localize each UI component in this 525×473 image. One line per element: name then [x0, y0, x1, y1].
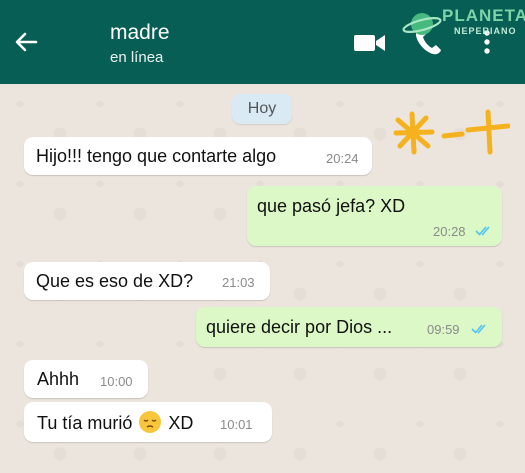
- message-text: que pasó jefa? XD: [257, 196, 406, 216]
- message-bubble[interactable]: Hijo!!! tengo que contarte algo 20:24: [24, 137, 372, 175]
- watermark-logo: PLANETA NEPERIANO: [402, 4, 525, 44]
- message-bubble[interactable]: Ahhh 10:00: [24, 360, 148, 398]
- contact-name[interactable]: madre: [110, 21, 170, 45]
- message-time: 09:59: [427, 322, 460, 337]
- message-time: 10:01: [220, 417, 253, 432]
- message-text: quiere decir por Dios ...: [206, 317, 393, 337]
- watermark-line2: NEPERIANO: [454, 26, 517, 36]
- message-bubble[interactable]: que pasó jefa? XD 20:28: [247, 186, 502, 246]
- read-receipt-icon: [475, 226, 490, 236]
- planet-icon: [402, 13, 442, 35]
- contact-status: en línea: [110, 49, 164, 66]
- message-text: Que es eso de XD?: [36, 271, 194, 291]
- message-time: 21:03: [222, 275, 255, 290]
- message-text: Ahhh: [37, 369, 80, 389]
- message-time: 20:24: [326, 151, 359, 166]
- message-text-after: XD: [168, 413, 194, 433]
- message-bubble[interactable]: Tu tía murió XD 10:01: [24, 402, 272, 442]
- message-text: Hijo!!! tengo que contarte algo: [36, 146, 277, 166]
- scribble-overlay: [393, 109, 510, 155]
- read-receipt-icon: [471, 324, 486, 334]
- watermark-line1: PLANETA: [442, 6, 525, 25]
- message-time: 10:00: [100, 374, 133, 389]
- message-bubble[interactable]: quiere decir por Dios ... 09:59: [196, 307, 502, 347]
- pensive-face-emoji-icon: [139, 411, 162, 433]
- message-time: 20:28: [433, 224, 466, 239]
- video-call-icon[interactable]: [352, 30, 388, 56]
- message-bubble[interactable]: Que es eso de XD? 21:03: [24, 262, 270, 300]
- chat-header: madre en línea PLANETA NEPERIANO: [0, 0, 525, 84]
- message-text: Tu tía murió XD: [37, 411, 193, 434]
- back-arrow-icon[interactable]: [10, 26, 42, 58]
- message-text-before: Tu tía murió: [37, 413, 133, 433]
- date-divider: Hoy: [232, 94, 292, 124]
